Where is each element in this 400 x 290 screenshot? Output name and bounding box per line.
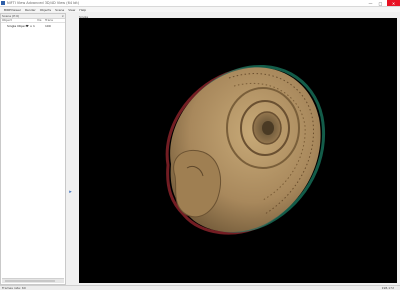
object-vis-checkbox[interactable]: ▫ bbox=[30, 24, 32, 29]
menu-bar: BIRPViewer Render Objects Scene View Hel… bbox=[0, 7, 400, 12]
splitter-arrow-icon[interactable]: ▸ bbox=[68, 190, 73, 195]
panel-horizontal-scrollbar[interactable] bbox=[2, 278, 64, 283]
status-right: 198,172 bbox=[381, 286, 394, 290]
menu-birpviewer[interactable]: BIRPViewer bbox=[2, 8, 23, 12]
app-icon bbox=[1, 1, 5, 5]
status-bar: Frames rate: 60 198,172 bbox=[0, 285, 400, 290]
window-title: NIFTI View Advanced 3D/4D View (64 bit) bbox=[7, 1, 80, 5]
render-viewport[interactable] bbox=[79, 18, 397, 283]
menu-objects[interactable]: Objects bbox=[38, 8, 53, 12]
col-vis[interactable]: Vis bbox=[37, 19, 41, 22]
object-name: Single Object bbox=[7, 24, 27, 28]
maximize-button[interactable]: □ bbox=[376, 0, 385, 6]
close-button[interactable]: ✕ bbox=[387, 0, 400, 6]
status-left: Frames rate: 60 bbox=[2, 286, 26, 290]
col-trans[interactable]: Trans bbox=[45, 19, 53, 22]
object-trans[interactable]: 100 bbox=[45, 24, 51, 29]
heart-icon: ♥ bbox=[26, 24, 29, 28]
panel-close-icon[interactable]: × bbox=[61, 14, 64, 18]
ammonite-shell bbox=[165, 65, 325, 235]
menu-render[interactable]: Render bbox=[23, 8, 38, 12]
column-headers: Object Vis Trans bbox=[1, 19, 65, 23]
scene-panel: Scene (P:0) × Object Vis Trans Single Ob… bbox=[0, 13, 66, 285]
menu-scene[interactable]: Scene bbox=[53, 8, 66, 12]
title-bar: NIFTI View Advanced 3D/4D View (64 bit) … bbox=[0, 0, 400, 7]
object-row[interactable]: Single Object ♥ ▫ 1 100 bbox=[1, 24, 65, 29]
col-object[interactable]: Object bbox=[2, 19, 12, 22]
object-vis: 1 bbox=[33, 24, 35, 28]
minimize-button[interactable]: — bbox=[366, 0, 375, 6]
menu-help[interactable]: Help bbox=[77, 8, 88, 12]
menu-view[interactable]: View bbox=[66, 8, 77, 12]
scrollbar-thumb[interactable] bbox=[5, 280, 55, 282]
shell-render bbox=[165, 65, 325, 235]
